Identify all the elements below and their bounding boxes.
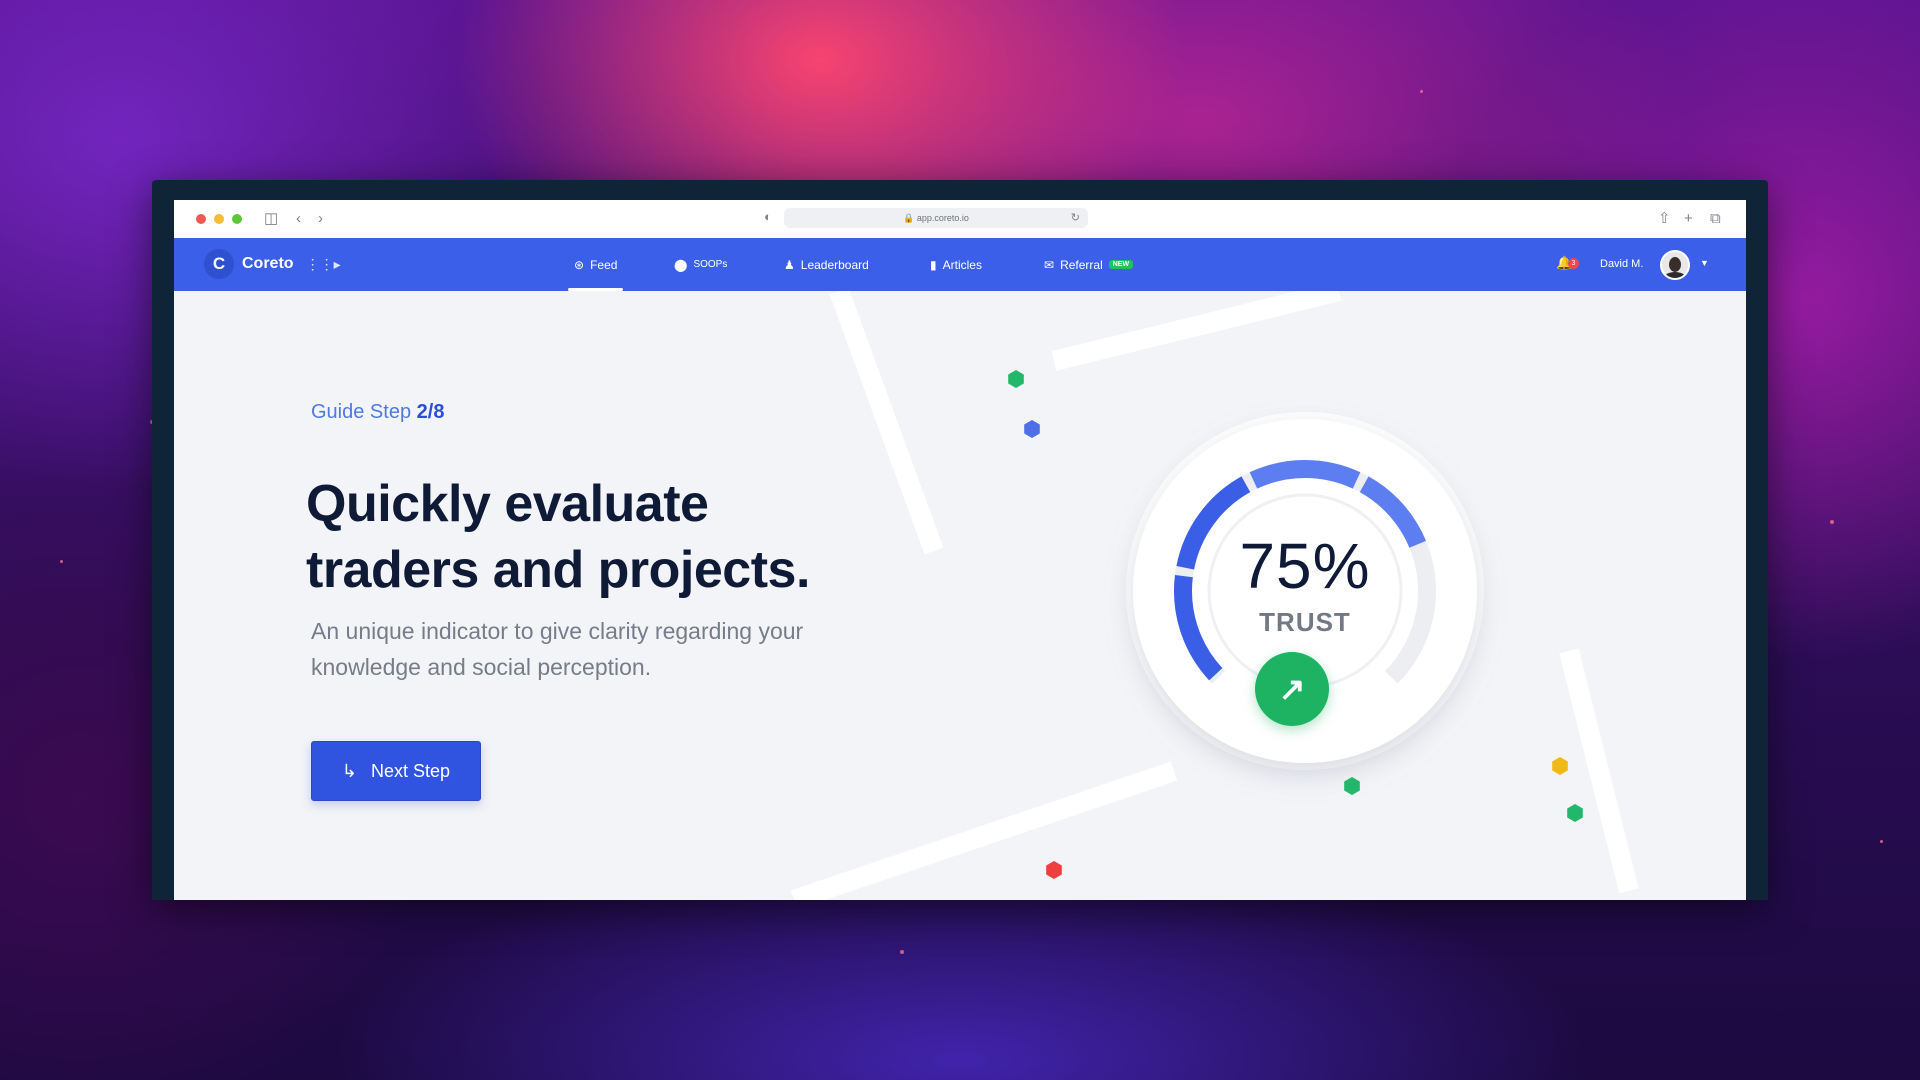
new-badge: NEW: [1108, 260, 1134, 269]
page-title: Quickly evaluate traders and projects.: [306, 471, 866, 603]
apps-grid-icon[interactable]: ⋮⋮▸: [306, 256, 341, 273]
next-step-button[interactable]: ↳ Next Step: [311, 741, 481, 801]
brand-name: Coreto: [242, 255, 294, 272]
nav-item-feed[interactable]: ⊛ Feed: [567, 238, 624, 291]
rss-icon: ⊛: [574, 257, 585, 272]
decorative-dot: [1552, 757, 1568, 775]
headline-line: traders and projects.: [306, 541, 810, 599]
guide-step: Guide Step 2/8: [311, 401, 444, 424]
subtitle: An unique indicator to give clarity rega…: [311, 618, 804, 680]
user-name[interactable]: David M.: [1600, 258, 1643, 270]
avatar-shoulders: [1664, 272, 1686, 278]
privacy-shield-icon[interactable]: ◐: [764, 209, 772, 224]
coreto-logo-icon: C: [204, 249, 234, 279]
top-navigation: C Coreto ⋮⋮▸ ⊛ Feed ⬤ SOOPs ♟ Leaderboar…: [174, 238, 1746, 291]
brand[interactable]: C Coreto ⋮⋮▸: [204, 249, 341, 279]
nav-item-label: Articles: [942, 257, 982, 272]
headline-line: Quickly evaluate: [306, 475, 709, 533]
background-speck: [1830, 520, 1834, 524]
decorative-dot: [1046, 861, 1062, 879]
background-speck: [1880, 840, 1883, 843]
nav-item-referral[interactable]: ✉ Referral NEW: [1044, 238, 1134, 291]
background-speck: [900, 950, 904, 954]
minimize-window-button[interactable]: [214, 214, 224, 224]
background-speck: [1420, 90, 1423, 93]
decorative-dot: [1344, 777, 1360, 795]
share-icon[interactable]: ⇧: [1658, 209, 1671, 229]
sidebar-toggle-icon[interactable]: ◫: [264, 209, 278, 229]
trend-up-arrow-icon[interactable]: ↗: [1255, 652, 1329, 726]
guide-content: Guide Step 2/8 Quickly evaluate traders …: [174, 291, 1746, 900]
book-icon: ▮: [930, 257, 937, 272]
address-bar[interactable]: 🔒 app.coreto.io ↻: [784, 208, 1088, 228]
nav-item-articles[interactable]: ▮ Articles: [930, 238, 982, 291]
decorative-dot: [1008, 370, 1024, 388]
browser-toolbar: ◫ ‹ › ◐ 🔒 app.coreto.io ↻ ⇧ + ⧉: [174, 200, 1746, 239]
nav-item-soops[interactable]: ⬤ SOOPs: [674, 238, 727, 291]
maximize-window-button[interactable]: [232, 214, 242, 224]
forward-icon[interactable]: ›: [318, 209, 323, 229]
browser-window: ◫ ‹ › ◐ 🔒 app.coreto.io ↻ ⇧ + ⧉ C Coreto…: [174, 200, 1746, 900]
background-speck: [60, 560, 63, 563]
avatar-face: [1669, 257, 1681, 272]
reload-icon[interactable]: ↻: [1071, 208, 1080, 228]
nav-item-label: Feed: [590, 257, 618, 272]
nav-item-label: SOOPs: [693, 259, 728, 270]
decorative-dot: [1567, 804, 1583, 822]
guide-step-value: 2/8: [416, 401, 445, 423]
trust-percentage: 75%: [1239, 530, 1371, 602]
chat-icon: ✉: [1044, 257, 1055, 272]
lock-icon: 🔒: [903, 213, 915, 223]
nav-item-label: Referral: [1060, 257, 1103, 272]
trust-label: TRUST: [1259, 607, 1351, 637]
tabs-overview-icon[interactable]: ⧉: [1710, 209, 1721, 229]
user-icon: ♟: [784, 257, 795, 272]
nav-item-label: Leaderboard: [800, 257, 869, 272]
next-step-label: Next Step: [371, 760, 451, 781]
notification-count-badge: 3: [1568, 258, 1579, 269]
decorative-dot: [1024, 420, 1040, 438]
back-icon[interactable]: ‹: [296, 209, 301, 229]
close-window-button[interactable]: [196, 214, 206, 224]
guide-step-label: Guide Step: [311, 401, 412, 423]
new-tab-icon[interactable]: +: [1684, 209, 1693, 229]
arrow-turn-down-right-icon: ↳: [341, 760, 358, 781]
avatar[interactable]: [1660, 250, 1690, 280]
nav-item-leaderboard[interactable]: ♟ Leaderboard: [784, 238, 869, 291]
user-menu-chevron-down-icon[interactable]: ▼: [1700, 258, 1709, 268]
toggle-icon: ⬤: [674, 257, 688, 272]
url-text: app.coreto.io: [916, 213, 969, 223]
